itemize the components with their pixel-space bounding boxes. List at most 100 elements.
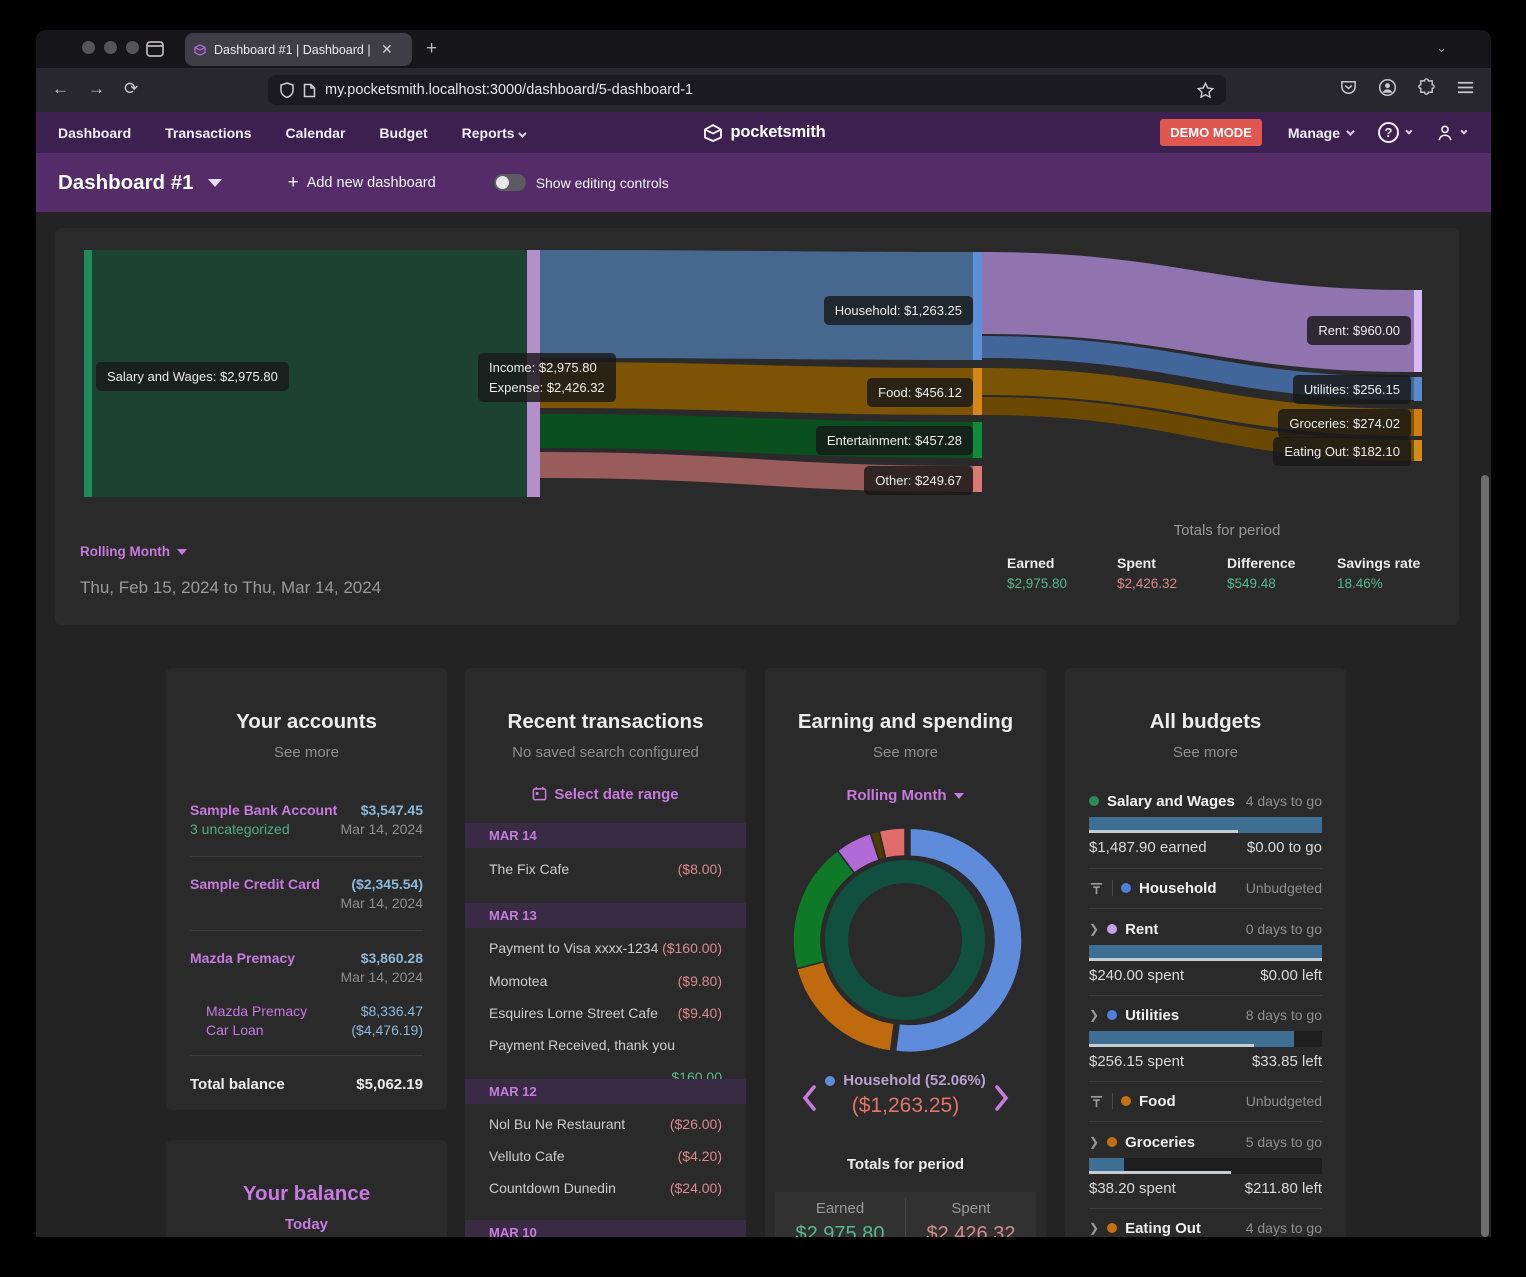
account-row[interactable]: Sample Bank Account $3,547.45 [190, 800, 423, 820]
browser-tab[interactable]: Dashboard #1 | Dashboard | Poc ✕ [185, 33, 412, 66]
earning-card-title: Earning and spending [765, 710, 1046, 734]
divider [190, 930, 423, 931]
next-slice-chevron[interactable] [994, 1084, 1010, 1112]
transaction-row[interactable]: Momotea ($9.80) [489, 965, 722, 997]
sankey-node-entertainment[interactable] [973, 422, 982, 458]
back-icon[interactable]: ← [52, 79, 69, 99]
budget-row-salary[interactable]: Salary and Wages 4 days to go [1089, 791, 1322, 811]
earning-spending-donut-chart[interactable] [787, 822, 1023, 1058]
dashboard-title[interactable]: Dashboard #1 [58, 171, 194, 195]
user-icon [1436, 124, 1454, 142]
expand-chevron-icon[interactable]: ❯ [1089, 1008, 1099, 1022]
sankey-node-household[interactable] [973, 252, 982, 360]
expand-chevron-icon[interactable]: ❯ [1089, 1135, 1099, 1149]
sankey-node-rent[interactable] [1414, 290, 1422, 372]
nav-item-reports[interactable]: Reports [462, 125, 525, 141]
accounts-see-more-link[interactable]: See more [166, 744, 447, 761]
tab-close-icon[interactable]: ✕ [381, 41, 393, 58]
window-minimize-button[interactable] [104, 41, 117, 54]
scrollbar-thumb[interactable] [1481, 475, 1489, 1237]
sankey-node-salary[interactable] [84, 250, 92, 497]
expand-chevron-icon[interactable]: ❯ [1089, 922, 1099, 936]
pocketsmith-logo[interactable]: pocketsmith [702, 123, 826, 143]
transaction-row[interactable]: Payment to Visa xxxx-1234 ($160.00) [489, 932, 722, 964]
reload-icon[interactable]: ⟳ [124, 79, 138, 99]
account-row[interactable]: Sample Credit Card ($2,345.54) [190, 874, 423, 894]
expand-chevron-icon[interactable]: ❯ [1089, 1221, 1099, 1235]
category-dot [1107, 1137, 1117, 1147]
toggle-knob [496, 176, 509, 189]
account-icon[interactable] [1378, 78, 1397, 97]
nav-item-calendar[interactable]: Calendar [286, 125, 346, 141]
legend-dot [825, 1076, 835, 1086]
manage-menu[interactable]: Manage [1288, 125, 1352, 141]
bookmark-star-icon[interactable] [1197, 82, 1214, 99]
sankey-node-other[interactable] [973, 466, 982, 492]
transaction-row[interactable]: Countdown Dunedin ($24.00) [489, 1172, 722, 1204]
plus-icon: + [288, 172, 299, 194]
tab-favicon [193, 43, 207, 57]
url-text[interactable]: my.pocketsmith.localhost:3000/dashboard/… [325, 82, 1188, 98]
budget-row-groceries[interactable]: ❯Groceries 5 days to go [1089, 1132, 1322, 1152]
window-zoom-button[interactable] [126, 41, 139, 54]
transaction-row[interactable]: The Fix Cafe ($8.00) [489, 853, 722, 885]
divider [1089, 995, 1322, 996]
divider [1089, 908, 1322, 909]
transaction-row[interactable]: Esquires Lorne Street Cafe ($9.40) [489, 997, 722, 1029]
dashboard-title-caret-icon[interactable] [208, 179, 222, 187]
cashflow-sankey-panel: Salary and Wages: $2,975.80 Income: $2,9… [55, 228, 1459, 625]
earning-see-more-link[interactable]: See more [765, 744, 1046, 761]
select-date-range-button[interactable]: Select date range [465, 786, 746, 803]
window-close-button[interactable] [82, 41, 95, 54]
balance-card-today-tab[interactable]: Today [166, 1216, 447, 1233]
earning-period-selector[interactable]: Rolling Month [765, 787, 1046, 804]
rollup-icon[interactable] [1089, 881, 1104, 896]
budget-row-household[interactable]: Household Unbudgeted [1089, 878, 1322, 898]
site-info-page-icon[interactable] [303, 83, 316, 98]
divider [1089, 1121, 1322, 1122]
sankey-node-food[interactable] [973, 368, 982, 415]
donut-inner-ring-earning[interactable] [837, 872, 974, 1009]
budgets-see-more-link[interactable]: See more [1065, 744, 1346, 761]
balance-card-title: Your balance [166, 1182, 447, 1206]
sankey-node-eating-out[interactable] [1414, 440, 1422, 461]
transaction-row[interactable]: Payment Received, thank you $160.00 [489, 1029, 722, 1061]
user-menu[interactable] [1436, 124, 1465, 142]
previous-slice-chevron[interactable] [801, 1084, 817, 1112]
show-editing-controls-toggle[interactable] [494, 174, 526, 191]
earned-column: Earned $2,975.80 [775, 1200, 905, 1237]
budget-time-marker [1089, 1171, 1231, 1174]
account-subaccount-row[interactable]: Mazda Premacy $8,336.47 [206, 1001, 423, 1021]
rollup-icon[interactable] [1089, 1094, 1104, 1109]
budget-row-food[interactable]: Food Unbudgeted [1089, 1091, 1322, 1111]
budget-row-eating-out[interactable]: ❯Eating Out 4 days to go [1089, 1218, 1322, 1237]
budget-row-rent[interactable]: ❯Rent 0 days to go [1089, 919, 1322, 939]
nav-item-transactions[interactable]: Transactions [165, 125, 251, 141]
forward-icon[interactable]: → [88, 79, 105, 99]
account-subaccount-row[interactable]: Car Loan ($4,476.19) [206, 1020, 423, 1040]
sankey-node-groceries[interactable] [1414, 409, 1422, 436]
help-menu[interactable]: ? [1378, 122, 1410, 143]
transaction-row[interactable]: Nol Bu Ne Restaurant ($26.00) [489, 1108, 722, 1140]
firefox-view-icon[interactable] [144, 38, 166, 60]
nav-item-dashboard[interactable]: Dashboard [58, 125, 131, 141]
divider [190, 1055, 423, 1056]
account-row[interactable]: Mazda Premacy $3,860.28 [190, 948, 423, 968]
account-row-sub: 3 uncategorized Mar 14, 2024 [190, 819, 423, 839]
budget-time-marker [1089, 830, 1238, 833]
nav-item-budget[interactable]: Budget [379, 125, 427, 141]
menu-hamburger-icon[interactable] [1456, 78, 1475, 97]
transaction-row[interactable]: Velluto Cafe ($4.20) [489, 1140, 722, 1172]
app-navbar: Dashboard Transactions Calendar Budget R… [36, 112, 1491, 153]
add-new-dashboard-button[interactable]: +Add new dashboard [288, 172, 436, 194]
new-tab-button[interactable]: + [426, 38, 437, 60]
extensions-puzzle-icon[interactable] [1417, 78, 1436, 97]
url-bar[interactable]: my.pocketsmith.localhost:3000/dashboard/… [268, 75, 1226, 105]
pocket-icon[interactable] [1339, 78, 1358, 97]
budget-row-utilities[interactable]: ❯Utilities 8 days to go [1089, 1005, 1322, 1025]
list-tabs-chevron-icon[interactable]: ⌄ [1436, 40, 1447, 56]
period-selector[interactable]: Rolling Month [80, 544, 187, 559]
sankey-node-utilities[interactable] [1414, 377, 1422, 401]
tracking-protection-shield-icon[interactable] [280, 82, 294, 98]
sankey-label-entertainment: Entertainment: $457.28 [816, 426, 973, 455]
